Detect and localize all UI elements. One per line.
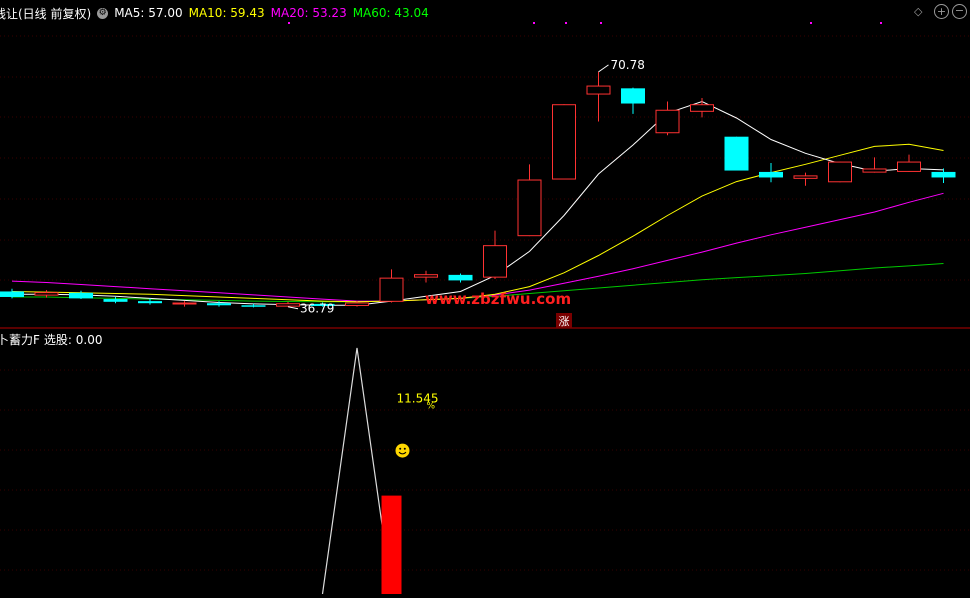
candle-body (379, 277, 404, 302)
candle (690, 98, 714, 118)
candle (862, 157, 887, 173)
indicator-title[interactable]: 卜蓄力F (0, 331, 40, 348)
candle (172, 301, 197, 307)
candle (655, 101, 680, 136)
candle (621, 87, 645, 114)
top-marker (565, 22, 567, 24)
ma5-label: MA5: 57.00 (114, 6, 183, 20)
candle-body (103, 299, 128, 302)
candle-body (345, 302, 369, 306)
ma10-line (11, 143, 944, 303)
main-chart-title[interactable]: 线让(日线 前复权) (0, 5, 91, 22)
top-marker (600, 22, 602, 24)
ma-settings-icon[interactable]: ⚙ (97, 7, 109, 19)
candle (448, 273, 473, 283)
candle (379, 269, 404, 303)
candle-body (276, 303, 300, 307)
candle-body (241, 305, 266, 307)
candle-body (655, 109, 680, 134)
candle (759, 162, 783, 183)
smiley-icon (395, 443, 410, 458)
candle-body (69, 292, 93, 299)
candle-body (690, 104, 714, 112)
candle (414, 270, 438, 283)
candle-body (448, 274, 473, 281)
main-chart-header: 线让(日线 前复权) ⚙ MA5: 57.00 MA10: 59.43 MA20… (0, 3, 435, 23)
ma5-line (12, 100, 944, 306)
ma20-label: MA20: 53.23 (270, 6, 347, 20)
candle-body (517, 179, 542, 237)
annotation-pointer (598, 64, 609, 73)
candle (517, 164, 542, 237)
candle-body (586, 85, 611, 95)
candle-body (172, 302, 197, 305)
diamond-icon[interactable]: ◇ (914, 5, 922, 18)
candle (586, 71, 611, 122)
low-price-label: 36.79 (300, 302, 334, 316)
candle-body (862, 168, 887, 173)
zoom-out-icon[interactable]: − (952, 4, 967, 19)
candle (483, 230, 507, 280)
indicator-bar (381, 495, 402, 594)
candle-body (724, 136, 749, 171)
candle-body (759, 171, 783, 178)
ma20-line (11, 192, 944, 302)
candle-body (414, 274, 438, 278)
chart-window: 70.78 36.79 www.zbzfwu.com 涨 11.545% 线让(日线 前… (0, 0, 970, 595)
top-marker (880, 22, 882, 24)
candle (828, 161, 852, 183)
candle (69, 290, 93, 300)
candle-body (793, 175, 818, 179)
indicator-line (321, 347, 393, 595)
candle (0, 288, 24, 299)
top-marker (810, 22, 812, 24)
smiley-face (395, 443, 410, 458)
candle (931, 168, 956, 183)
candle-body (931, 171, 956, 178)
high-price-label: 70.78 (611, 58, 645, 72)
ma10-label: MA10: 59.43 (188, 6, 265, 20)
candle-body (621, 88, 645, 104)
candle (276, 301, 300, 307)
candle-body (552, 104, 576, 180)
chart-canvas[interactable]: 70.7836.79www.zbzfwu.com涨11.545% (0, 0, 970, 595)
candle-body (483, 245, 507, 278)
annotation-pointer (287, 306, 299, 310)
indicator-header: 卜蓄力F 选股: 0.00 (0, 329, 108, 349)
signal-label: 涨 (559, 315, 570, 328)
candle-body (0, 291, 24, 297)
zoom-in-icon[interactable]: + (934, 4, 949, 19)
candle (793, 172, 818, 186)
candle (897, 154, 921, 172)
candle-body (828, 161, 852, 183)
candle-body (138, 301, 162, 304)
indicator-value: 选股: 0.00 (43, 332, 103, 347)
smiley-eye (403, 447, 406, 450)
ma60-label: MA60: 43.04 (352, 6, 429, 20)
candle-body (34, 292, 59, 296)
watermark-text: www.zbzfwu.com (425, 290, 571, 308)
candle-body (207, 303, 231, 306)
pct-unit-label: % (427, 402, 436, 412)
candle-body (897, 161, 921, 172)
top-marker (533, 22, 535, 24)
candle (552, 104, 576, 180)
candle (724, 136, 749, 171)
smiley-eye (399, 447, 402, 450)
